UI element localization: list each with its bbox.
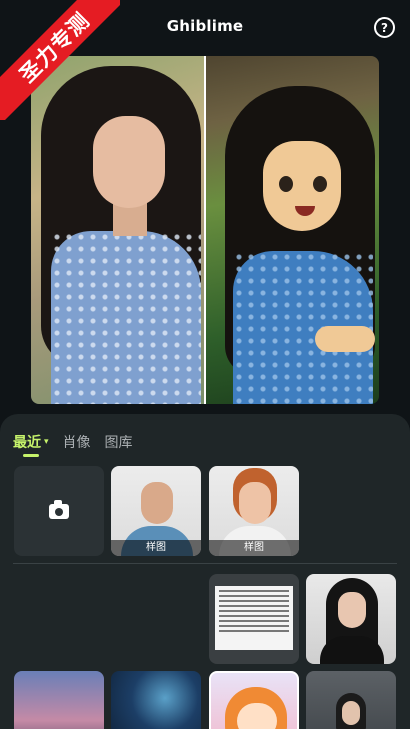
recent-photo-office[interactable]	[306, 671, 396, 729]
sample-caption: 样图	[111, 540, 201, 556]
tab-portrait-label: 肖像	[62, 435, 91, 451]
tab-gallery[interactable]: 图库	[105, 432, 133, 452]
camera-icon	[49, 499, 69, 519]
help-icon[interactable]: ?	[374, 17, 395, 38]
section-divider	[13, 563, 397, 564]
sample-caption: 样图	[209, 540, 299, 556]
sample-photo-man[interactable]: 样图	[111, 466, 201, 556]
ribbon-label: 圣力专测	[0, 0, 120, 120]
recent-photo-portrait[interactable]	[306, 574, 396, 664]
tab-recent-label: 最近	[13, 435, 41, 451]
chevron-down-icon: ▾	[44, 437, 49, 447]
tab-gallery-label: 图库	[104, 435, 133, 451]
photo-picker-sheet: 最近 ▾ 肖像 图库 样图 样图	[0, 414, 410, 729]
camera-button[interactable]	[14, 466, 104, 556]
active-tab-indicator	[23, 454, 39, 457]
picker-tabs: 最近 ▾ 肖像 图库	[13, 432, 133, 452]
recent-photo-document[interactable]	[209, 574, 299, 664]
tab-recent[interactable]: 最近 ▾	[13, 432, 49, 452]
ghibli-style-result	[205, 56, 379, 404]
tab-portrait[interactable]: 肖像	[63, 432, 91, 452]
corner-ribbon: 圣力专测	[0, 0, 120, 120]
sample-photo-woman[interactable]: 样图	[209, 466, 299, 556]
recent-photo-anime[interactable]	[209, 671, 299, 729]
recent-photo-galaxy[interactable]	[111, 671, 201, 729]
comparison-divider-handle[interactable]	[204, 56, 206, 404]
recent-photo-sky[interactable]	[14, 671, 104, 729]
